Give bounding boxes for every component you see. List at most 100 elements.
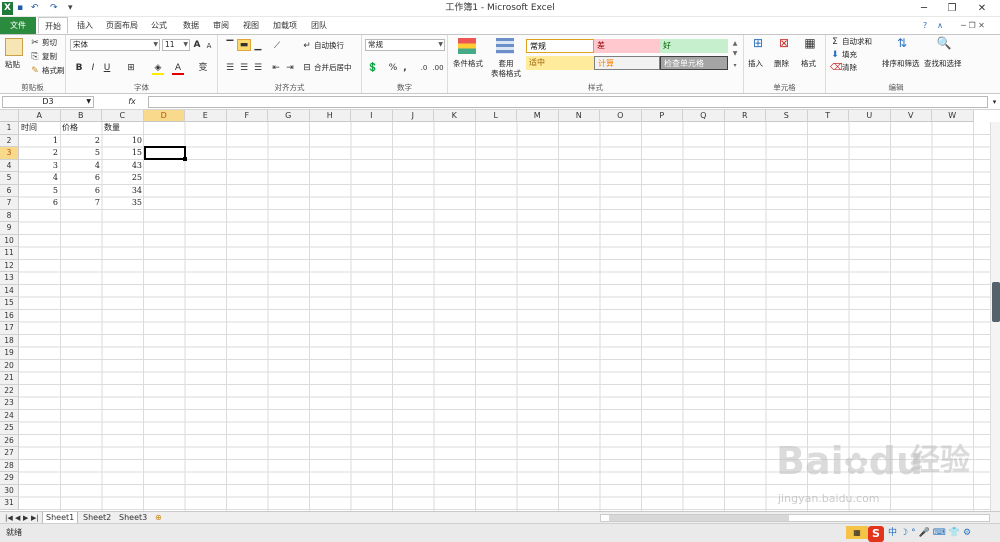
align-top-icon[interactable]: ▔ <box>224 41 236 51</box>
copy-button[interactable]: 复制 <box>42 52 57 62</box>
row-header-12[interactable]: 12 <box>0 259 19 272</box>
cell-b4[interactable]: 4 <box>60 160 102 173</box>
increase-indent-icon[interactable]: ⇥ <box>284 63 296 73</box>
tab-page-layout[interactable]: 页面布局 <box>102 17 142 34</box>
cell-b6[interactable]: 6 <box>60 185 102 198</box>
row-header-11[interactable]: 11 <box>0 247 19 260</box>
column-header-j[interactable]: J <box>392 110 434 122</box>
workbook-window-controls[interactable]: ─ ❐ ✕ <box>948 17 998 34</box>
cell-c4[interactable]: 43 <box>102 160 144 173</box>
fill-button[interactable]: 填充 <box>842 50 857 60</box>
orientation-icon[interactable]: ⟋ <box>270 41 284 51</box>
horizontal-scrollbar[interactable] <box>600 514 990 522</box>
style-calculation[interactable]: 计算 <box>594 56 660 70</box>
find-select-button[interactable]: 查找和选择 <box>924 59 962 69</box>
cut-button[interactable]: 剪切 <box>42 38 57 48</box>
align-right-icon[interactable]: ☰ <box>252 63 264 73</box>
normal-view-icon[interactable]: ▦ <box>846 526 868 539</box>
underline-button[interactable]: U <box>102 63 112 73</box>
format-cells-button[interactable]: 格式 <box>801 59 816 69</box>
grow-font-icon[interactable]: A <box>192 40 202 50</box>
align-left-icon[interactable]: ☰ <box>224 63 236 73</box>
align-middle-icon[interactable]: ▬ <box>237 39 251 51</box>
tab-team[interactable]: 团队 <box>304 17 334 34</box>
conditional-format-icon[interactable] <box>458 38 476 54</box>
selected-cell-outline[interactable] <box>144 146 186 160</box>
row-header-17[interactable]: 17 <box>0 322 19 335</box>
column-header-d[interactable]: D <box>143 110 185 122</box>
format-painter-icon[interactable]: ✎ <box>30 66 40 76</box>
cell-c2[interactable]: 10 <box>102 135 144 148</box>
wrap-text-icon[interactable]: ↵ <box>302 41 312 51</box>
row-header-19[interactable]: 19 <box>0 347 19 360</box>
column-header-b[interactable]: B <box>60 110 102 122</box>
tab-file[interactable]: 文件 <box>0 17 36 34</box>
paste-icon[interactable] <box>5 38 23 56</box>
fill-color-icon[interactable]: ◈ <box>152 63 164 75</box>
decrease-indent-icon[interactable]: ⇤ <box>270 63 282 73</box>
align-bottom-icon[interactable]: ▁ <box>252 41 264 51</box>
column-header-p[interactable]: P <box>641 110 683 122</box>
column-header-w[interactable]: W <box>932 110 974 122</box>
vertical-scrollbar[interactable] <box>990 122 1000 511</box>
select-all-corner[interactable] <box>0 110 19 122</box>
tab-formulas[interactable]: 公式 <box>144 17 174 34</box>
style-good[interactable]: 好 <box>660 39 728 53</box>
bold-button[interactable]: B <box>74 63 84 73</box>
row-header-14[interactable]: 14 <box>0 284 19 297</box>
row-header-31[interactable]: 31 <box>0 497 19 510</box>
row-header-25[interactable]: 25 <box>0 422 19 435</box>
styles-scroll-down-icon[interactable]: ▼ <box>730 49 740 59</box>
tab-home[interactable]: 开始 <box>38 17 68 34</box>
row-header-26[interactable]: 26 <box>0 434 19 447</box>
cell-b3[interactable]: 5 <box>60 147 102 160</box>
insert-cells-icon[interactable]: ⊞ <box>750 37 766 54</box>
style-check-cell[interactable]: 检查单元格 <box>660 56 728 70</box>
column-header-n[interactable]: N <box>558 110 600 122</box>
column-header-h[interactable]: H <box>309 110 351 122</box>
cell-c6[interactable]: 34 <box>102 185 144 198</box>
column-header-i[interactable]: I <box>351 110 393 122</box>
column-header-e[interactable]: E <box>185 110 227 122</box>
column-header-m[interactable]: M <box>517 110 559 122</box>
row-header-4[interactable]: 4 <box>0 159 19 172</box>
style-neutral[interactable]: 适中 <box>526 56 594 70</box>
cell-b2[interactable]: 2 <box>60 135 102 148</box>
comma-button[interactable]: , <box>400 63 410 73</box>
vertical-scrollbar-thumb[interactable] <box>992 282 1000 322</box>
cell-c3[interactable]: 15 <box>102 147 144 160</box>
style-bad[interactable]: 差 <box>594 39 660 53</box>
column-header-f[interactable]: F <box>226 110 268 122</box>
column-header-o[interactable]: O <box>600 110 642 122</box>
ime-logo-icon[interactable]: S <box>868 526 884 542</box>
cell-b7[interactable]: 7 <box>60 197 102 210</box>
shrink-font-icon[interactable]: A <box>204 41 214 51</box>
horizontal-scrollbar-thumb[interactable] <box>609 515 789 521</box>
cell-c1[interactable]: 数量 <box>102 122 144 135</box>
format-painter-button[interactable]: 格式刷 <box>42 66 65 76</box>
row-header-2[interactable]: 2 <box>0 134 19 147</box>
cell-b5[interactable]: 6 <box>60 172 102 185</box>
row-header-29[interactable]: 29 <box>0 472 19 485</box>
currency-icon[interactable]: 💲 <box>366 63 380 73</box>
format-as-table-button[interactable]: 套用 表格格式 <box>486 59 526 79</box>
delete-cells-button[interactable]: 删除 <box>774 59 789 69</box>
tab-insert[interactable]: 插入 <box>70 17 100 34</box>
row-header-20[interactable]: 20 <box>0 359 19 372</box>
cell-a7[interactable]: 6 <box>19 197 60 210</box>
help-icon[interactable]: ? <box>918 17 932 34</box>
ime-toolbar-icons[interactable]: 中☽°🎤⌨👕⚙ <box>888 527 998 540</box>
decrease-decimal-icon[interactable]: .00 <box>432 63 444 73</box>
column-header-k[interactable]: K <box>434 110 476 122</box>
wrap-text-button[interactable]: 自动换行 <box>314 41 344 51</box>
row-header-27[interactable]: 27 <box>0 447 19 460</box>
row-header-21[interactable]: 21 <box>0 372 19 385</box>
row-header-1[interactable]: 1 <box>0 122 19 135</box>
column-header-c[interactable]: C <box>102 110 144 122</box>
tab-review[interactable]: 审阅 <box>206 17 236 34</box>
merge-center-button[interactable]: 合并后居中 <box>314 63 352 73</box>
row-header-16[interactable]: 16 <box>0 309 19 322</box>
cell-a1[interactable]: 时间 <box>19 122 60 135</box>
column-header-t[interactable]: T <box>807 110 849 122</box>
formula-input[interactable] <box>148 96 988 108</box>
